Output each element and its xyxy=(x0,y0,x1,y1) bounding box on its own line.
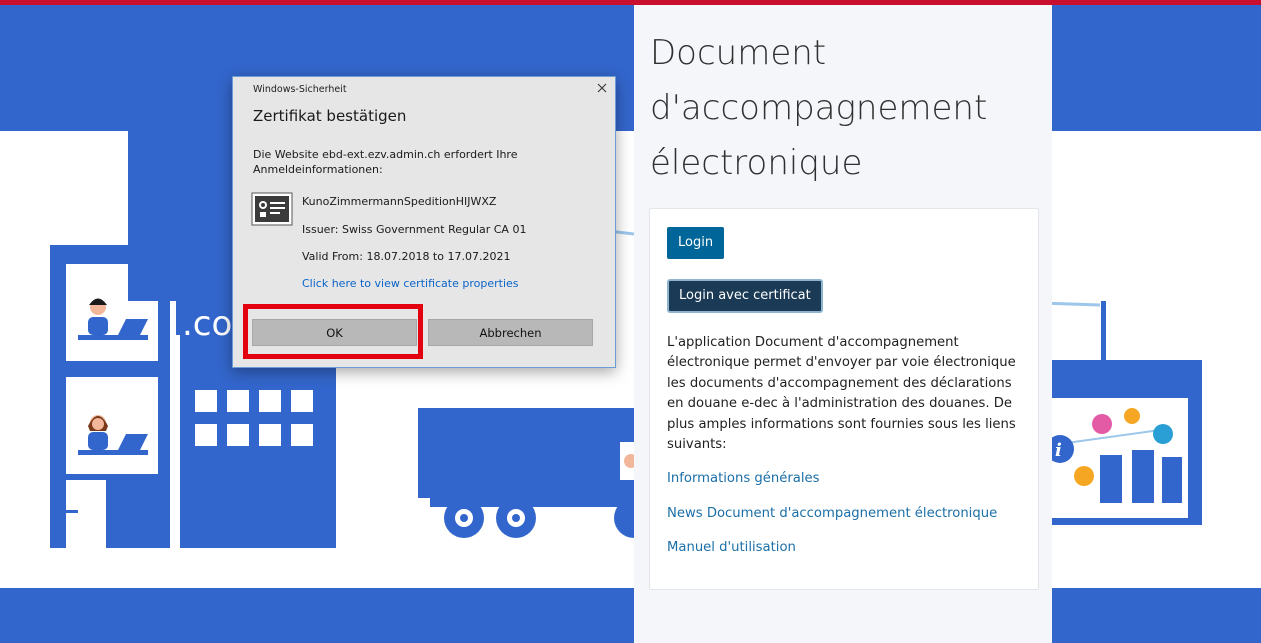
server-rack xyxy=(1132,450,1154,503)
door-handle xyxy=(66,510,78,513)
building-window xyxy=(291,424,313,446)
desk xyxy=(78,335,148,340)
building-window xyxy=(195,390,217,412)
certificate-dialog: Windows-Sicherheit Zertifikat bestätigen… xyxy=(232,76,616,368)
certificate-issuer: Issuer: Swiss Government Regular CA 01 xyxy=(302,223,527,236)
login-certificate-button[interactable]: Login avec certificat xyxy=(667,279,823,313)
dialog-heading: Zertifikat bestätigen xyxy=(253,107,407,125)
truck-body xyxy=(418,408,634,498)
server-rack xyxy=(1100,455,1122,503)
link-user-manual[interactable]: Manuel d'utilisation xyxy=(667,540,796,555)
illustration-band-bottom xyxy=(0,588,1261,643)
worker-body xyxy=(88,317,108,335)
link-news[interactable]: News Document d'accompagnement électroni… xyxy=(667,506,997,521)
building-window xyxy=(259,390,281,412)
building-right-antenna xyxy=(1101,301,1106,361)
building-window xyxy=(291,390,313,412)
building-chimney xyxy=(201,180,207,205)
certificate-item[interactable]: KunoZimmermannSpeditionHIJWXZ Issuer: Sw… xyxy=(251,189,601,309)
building-sign-text: .co xyxy=(182,304,232,344)
certificate-validity: Valid From: 18.07.2018 to 17.07.2021 xyxy=(302,250,511,263)
close-icon[interactable] xyxy=(593,79,611,97)
globe-node-icon xyxy=(1153,424,1173,444)
exchange-node-icon xyxy=(1074,466,1094,486)
worker-body xyxy=(88,432,108,450)
cancel-button[interactable]: Abbrechen xyxy=(428,319,593,346)
info-node-glyph: i xyxy=(1055,440,1062,461)
ok-button[interactable]: OK xyxy=(252,319,417,346)
certificate-icon xyxy=(251,192,293,226)
server-rack xyxy=(1162,457,1182,503)
search-node-icon xyxy=(1092,414,1112,434)
building-left-window xyxy=(66,377,158,474)
star-node-icon xyxy=(1124,408,1140,424)
building-window xyxy=(195,424,217,446)
building-window xyxy=(259,424,281,446)
dialog-message: Die Website ebd-ext.ezv.admin.ch erforde… xyxy=(253,148,518,176)
worker-face xyxy=(92,418,104,430)
link-general-information[interactable]: Informations générales xyxy=(667,471,820,486)
truck-wheel-center xyxy=(460,514,468,522)
login-button[interactable]: Login xyxy=(667,227,725,259)
building-window xyxy=(227,424,249,446)
building-door xyxy=(66,480,106,548)
page-title: Document d'accompagnement électronique xyxy=(650,33,988,183)
illustration-band-top xyxy=(0,5,1261,131)
certificate-name: KunoZimmermannSpeditionHIJWXZ xyxy=(302,195,497,208)
desk xyxy=(78,450,148,455)
certificate-properties-link[interactable]: Click here to view certificate propertie… xyxy=(302,277,519,290)
building-window xyxy=(227,390,249,412)
truck-wheel-center xyxy=(512,514,520,522)
dialog-caption: Windows-Sicherheit xyxy=(253,84,347,95)
building-edge xyxy=(176,335,180,548)
app-description: L'application Document d'accompagnement … xyxy=(667,335,1016,453)
background-illustration: .co i xyxy=(0,5,1261,643)
